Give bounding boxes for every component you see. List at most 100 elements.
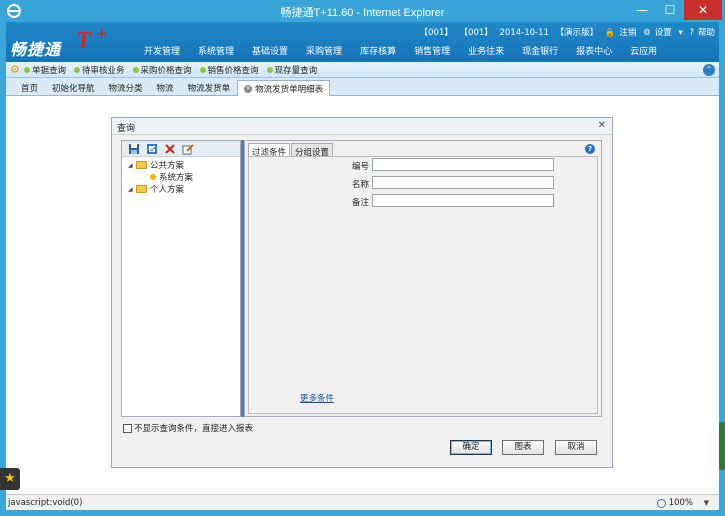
close-icon[interactable]: ✕ <box>598 120 606 131</box>
code-input[interactable] <box>372 158 554 171</box>
quick-label: 销售价格查询 <box>207 66 259 76</box>
settings-link[interactable]: 设置 <box>655 28 672 38</box>
more-conditions-link[interactable]: 更多条件 <box>300 392 334 404</box>
side-scroll-handle[interactable] <box>719 422 725 470</box>
favorites-star-icon[interactable]: ★ <box>0 468 20 490</box>
zoom-control[interactable]: 100% <box>656 498 693 508</box>
tab-logistics[interactable]: 物流 <box>150 80 181 97</box>
tab-label: 物流发货单明细表 <box>255 85 324 95</box>
minimize-button[interactable]: — <box>628 0 656 20</box>
skip-query-checkbox[interactable] <box>123 423 132 433</box>
lock-icon: 🔒 <box>604 28 616 38</box>
bullet-icon <box>199 67 206 73</box>
chevron-down-icon[interactable]: ▼ <box>704 499 709 507</box>
quick-sales-price[interactable]: 销售价格查询 <box>199 64 259 76</box>
tab-bar: 首页 初始化导航 物流分类 物流 物流发货单 ✕ 物流发货单明细表 <box>6 78 719 97</box>
tree-node-public[interactable]: ◢ 公共方案 <box>128 159 193 171</box>
expand-icon[interactable]: ◢ <box>128 162 136 169</box>
quick-doc-query[interactable]: 单据查询 <box>24 64 66 76</box>
zoom-level: 100% <box>668 498 693 508</box>
filter-body: 编号 名称 备注 更多条件 <box>248 156 598 414</box>
folder-icon <box>136 185 147 193</box>
field-label-remark: 备注 <box>351 198 369 208</box>
header-info: 【001】 【001】 2014-10-11 【演示版】 🔒 注销 ⚙ 设置 ▾ ?… <box>416 26 715 38</box>
ok-button[interactable]: 确定 <box>450 440 492 455</box>
quick-purchase-price[interactable]: 采购价格查询 <box>132 64 192 76</box>
quick-label: 待审核业务 <box>82 66 125 76</box>
menu-inventory[interactable]: 库存核算 <box>360 44 396 60</box>
skip-query-checkbox-row[interactable]: 不显示查询条件，直接进入报表 <box>123 422 253 434</box>
delete-icon[interactable] <box>164 143 176 155</box>
menu-purchase[interactable]: 采购管理 <box>306 44 342 60</box>
status-url: javascript:void(0) <box>8 498 83 508</box>
logo-text: 畅捷通 <box>10 40 62 59</box>
scheme-tree: ◢ 公共方案 系统方案 ◢ 个人方案 <box>128 159 193 195</box>
save-icon[interactable] <box>128 143 140 155</box>
quick-stock[interactable]: 现存量查询 <box>266 64 318 76</box>
bullet-icon <box>24 67 30 73</box>
skip-query-label: 不显示查询条件，直接进入报表 <box>134 424 254 434</box>
quick-label: 采购价格查询 <box>140 66 192 76</box>
quick-pending[interactable]: 待审核业务 <box>74 64 125 76</box>
help-icon[interactable]: ? <box>585 144 595 154</box>
tab-logistics-delivery[interactable]: 物流发货单 <box>181 80 238 97</box>
name-input[interactable] <box>372 176 554 189</box>
close-window-button[interactable]: ✕ <box>684 0 722 20</box>
chevron-down-icon[interactable]: ▾ <box>678 28 682 38</box>
login-date: 2014-10-11 <box>499 28 549 38</box>
tree-label: 公共方案 <box>150 161 185 171</box>
menu-business[interactable]: 业务往来 <box>468 44 504 60</box>
scheme-panel: ◢ 公共方案 系统方案 ◢ 个人方案 <box>121 140 241 417</box>
edition-badge: 【演示版】 <box>555 28 599 38</box>
quick-label: 现存量查询 <box>274 66 318 76</box>
window-title: 畅捷通T+11.60 - Internet Explorer <box>280 7 445 19</box>
menu-report[interactable]: 报表中心 <box>576 44 612 60</box>
tree-node-system[interactable]: 系统方案 <box>128 171 193 183</box>
tab-init-guide[interactable]: 初始化导航 <box>45 80 102 97</box>
maximize-button[interactable]: ☐ <box>656 0 684 20</box>
menu-basic[interactable]: 基础设置 <box>252 44 288 60</box>
app-logo: 畅捷通 T + <box>10 26 118 59</box>
save-as-icon[interactable] <box>146 143 158 155</box>
edit-icon[interactable] <box>182 143 194 155</box>
chart-button[interactable]: 图表 <box>502 440 544 455</box>
menu-dev[interactable]: 开发管理 <box>144 44 180 60</box>
bullet-icon <box>132 67 139 73</box>
tab-delivery-detail[interactable]: ✕ 物流发货单明细表 <box>237 80 331 97</box>
tab-logistics-category[interactable]: 物流分类 <box>102 80 150 97</box>
field-label-code: 编号 <box>351 162 369 172</box>
account-code: 【001】 <box>419 28 453 38</box>
logout-link[interactable]: 注销 <box>619 28 636 38</box>
tree-label: 个人方案 <box>150 185 185 195</box>
user-code: 【001】 <box>459 28 493 38</box>
dialog-title-bar: 查询 ✕ <box>112 118 612 135</box>
tree-node-personal[interactable]: ◢ 个人方案 <box>128 183 193 195</box>
bullet-icon <box>266 67 273 73</box>
logo-plus: + <box>96 26 108 42</box>
dialog-title: 查询 <box>117 124 136 134</box>
app-header: 畅捷通 T + 【001】 【001】 2014-10-11 【演示版】 🔒 注销… <box>6 22 719 62</box>
menu-cloud[interactable]: 云应用 <box>630 44 657 60</box>
close-icon[interactable]: ✕ <box>244 85 253 93</box>
help-circle-icon: ? <box>689 28 694 38</box>
cancel-button[interactable]: 取消 <box>555 440 597 455</box>
menu-system[interactable]: 系统管理 <box>198 44 234 60</box>
quick-label: 单据查询 <box>32 66 67 76</box>
zoom-icon <box>656 498 666 508</box>
title-bar: 畅捷通T+11.60 - Internet Explorer — ☐ ✕ <box>0 0 725 22</box>
query-dialog: 查询 ✕ ◢ 公共方案 系统方案 ◢ 个人方案 过滤条件 分组设置 ? 编号 名… <box>111 117 613 468</box>
filter-panel: 过滤条件 分组设置 ? 编号 名称 备注 更多条件 <box>244 140 602 417</box>
collapse-icon[interactable]: ⌃ <box>703 64 715 76</box>
expand-icon[interactable]: ◢ <box>128 186 136 193</box>
remark-input[interactable] <box>372 194 554 207</box>
tab-home[interactable]: 首页 <box>14 80 45 97</box>
logo-t: T <box>76 28 91 54</box>
main-menu: 开发管理 系统管理 基础设置 采购管理 库存核算 销售管理 业务往来 现金银行 … <box>144 44 675 60</box>
help-link[interactable]: 帮助 <box>698 28 715 38</box>
gear-icon[interactable]: ⚙ <box>10 64 22 76</box>
folder-icon <box>136 161 147 169</box>
menu-cash[interactable]: 现金银行 <box>522 44 558 60</box>
menu-sales[interactable]: 销售管理 <box>414 44 450 60</box>
quick-bar: ⚙ 单据查询 待审核业务 采购价格查询 销售价格查询 现存量查询 ⌃ <box>6 62 719 78</box>
field-label-name: 名称 <box>351 180 369 190</box>
